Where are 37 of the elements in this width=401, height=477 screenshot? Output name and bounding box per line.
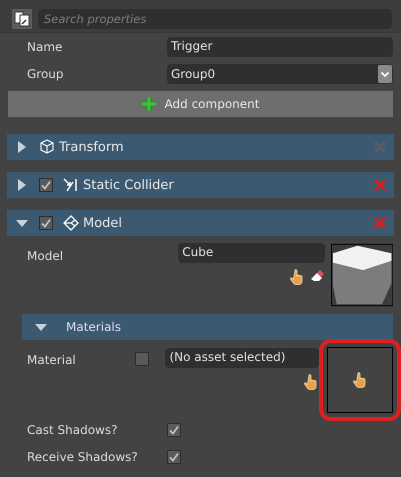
materials-header[interactable]: Materials	[22, 314, 393, 340]
collider-icon	[63, 177, 79, 193]
checkbox[interactable]	[39, 216, 53, 230]
plus-icon	[142, 97, 156, 111]
documents-icon[interactable]	[12, 9, 32, 29]
chevron-down-icon[interactable]	[378, 65, 392, 83]
model-icon	[63, 215, 79, 231]
hand-icon[interactable]	[352, 371, 368, 389]
field-label: Model	[26, 248, 64, 263]
field-label: Cast Shadows?	[26, 423, 118, 437]
field-label: Name	[26, 40, 64, 54]
group-dropdown[interactable]: Group0	[167, 64, 393, 84]
component-title: Transform	[59, 140, 125, 154]
checkbox[interactable]	[39, 178, 53, 192]
asset-field[interactable]: (No asset selected)	[165, 348, 319, 368]
cube-preview	[330, 242, 393, 308]
checkbox[interactable]	[167, 423, 181, 437]
component-header[interactable]: Static Collider	[7, 172, 394, 198]
component-title: Static Collider	[83, 178, 175, 192]
component-header[interactable]: Transform	[7, 134, 394, 160]
cube-icon	[39, 139, 55, 155]
hand-icon[interactable]	[288, 268, 305, 286]
component-title: Model	[83, 216, 124, 230]
add-component-button[interactable]: Add component	[8, 91, 393, 117]
checkbox[interactable]	[167, 450, 181, 464]
eraser-icon[interactable]	[308, 268, 325, 284]
text-field[interactable]: Trigger	[167, 37, 393, 57]
asset-field[interactable]: Cube	[178, 243, 325, 263]
search-field[interactable]: Search properties	[38, 9, 392, 29]
field-label: Group	[26, 67, 65, 81]
component-header[interactable]: Model	[7, 210, 394, 236]
hand-icon[interactable]	[303, 373, 319, 391]
field-label: Material	[26, 352, 77, 367]
field-label: Receive Shadows?	[26, 450, 139, 464]
checkbox[interactable]	[135, 352, 149, 366]
section-title: Materials	[66, 320, 122, 334]
asset-preview[interactable]	[327, 347, 393, 413]
